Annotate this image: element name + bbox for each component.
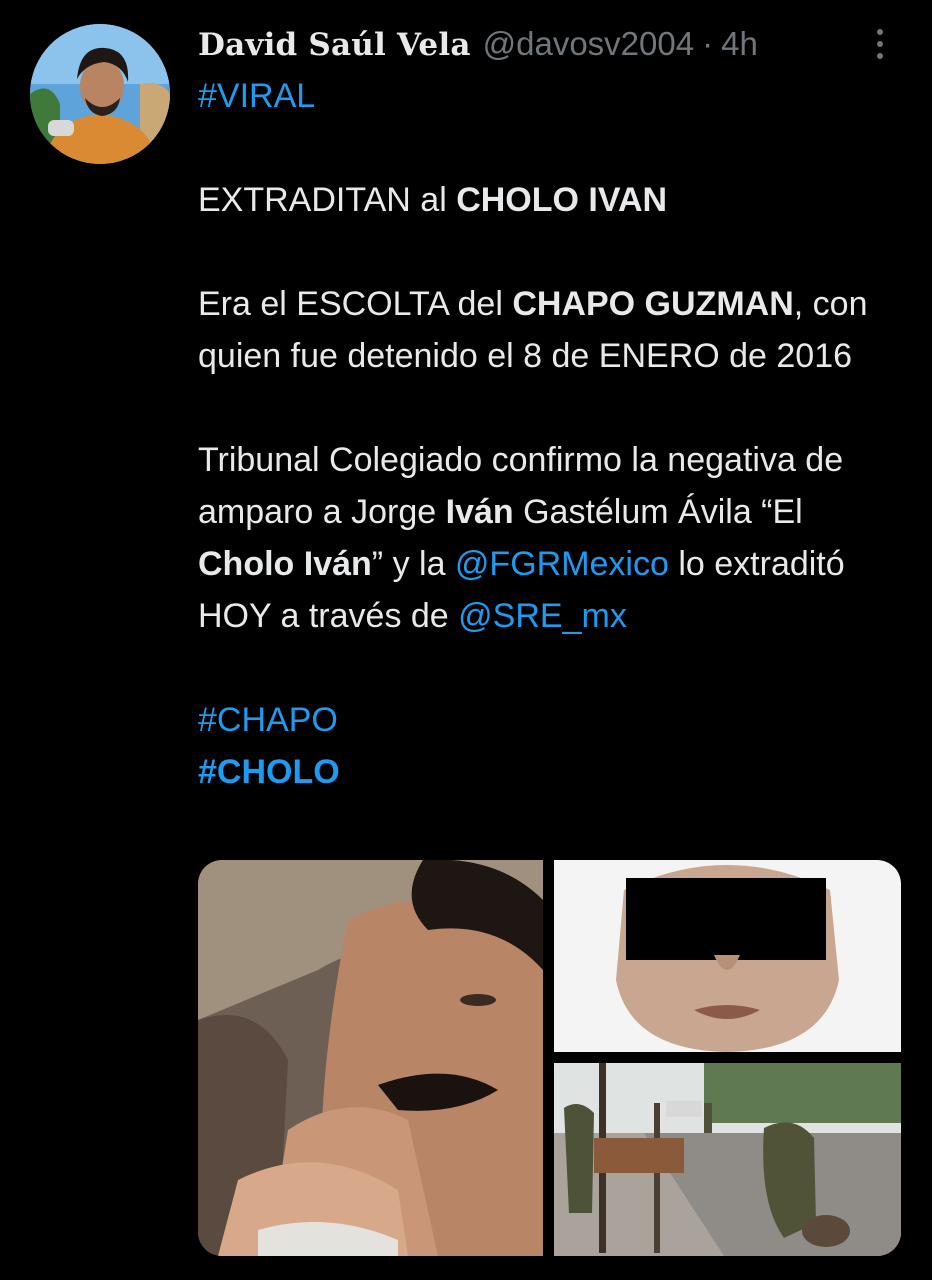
- photo-mugshot-censored: [554, 860, 901, 1052]
- headline-text: EXTRADITAN al: [198, 181, 457, 219]
- avatar-image: [30, 24, 170, 164]
- censor-bar: [626, 878, 826, 960]
- media-photo-1[interactable]: [198, 860, 543, 1256]
- hashtag-chapo-line: #CHAPO: [198, 694, 908, 746]
- escort-paragraph: Era el ESCOLTA del CHAPO GUZMAN, con qui…: [198, 278, 908, 382]
- tweet-text: #VIRAL EXTRADITAN al CHOLO IVAN Era el E…: [198, 70, 908, 798]
- hashtag-cholo[interactable]: #CHOLO: [198, 753, 340, 791]
- more-vertical-icon: [877, 29, 883, 35]
- mention-sre-mx[interactable]: @SRE_mx: [458, 597, 627, 635]
- tweet-timestamp[interactable]: 4h: [721, 22, 758, 66]
- tribunal-paragraph: Tribunal Colegiado confirmo la negativa …: [198, 434, 908, 642]
- photo-soldiers-street: [554, 1063, 901, 1256]
- header-separator: ·: [702, 25, 714, 62]
- more-options-button[interactable]: [868, 22, 892, 66]
- headline-paragraph: EXTRADITAN al CHOLO IVAN: [198, 174, 908, 226]
- hashtag-cholo-line: #CHOLO: [198, 746, 908, 798]
- mention-fgrmexico[interactable]: @FGRMexico: [455, 545, 669, 583]
- tweet[interactable]: David Saúl Vela @davosv2004 · 4h #VIRAL …: [0, 0, 932, 1280]
- tweet-header: David Saúl Vela @davosv2004 · 4h: [198, 22, 758, 66]
- author-display-name[interactable]: David Saúl Vela: [198, 23, 471, 67]
- headline-bold: CHOLO IVAN: [456, 181, 668, 219]
- avatar[interactable]: [30, 24, 170, 164]
- photo-man-in-car: [198, 860, 543, 1256]
- hashtag-viral[interactable]: #VIRAL: [198, 77, 315, 115]
- escort-bold: CHAPO GUZMAN: [512, 285, 794, 323]
- escort-text-a: Era el ESCOLTA del: [198, 285, 513, 323]
- hashtag-chapo[interactable]: #CHAPO: [198, 701, 338, 739]
- media-grid: [198, 860, 901, 1256]
- hashtag-viral-line: #VIRAL: [198, 70, 908, 122]
- more-vertical-icon-dot: [877, 41, 883, 47]
- author-handle[interactable]: @davosv2004: [483, 22, 694, 66]
- tribunal-bold-ivan: Iván: [445, 493, 514, 531]
- tribunal-bold-cholo: Cholo Iván: [198, 545, 372, 583]
- more-vertical-icon-dot: [877, 53, 883, 59]
- tribunal-text-c: Gastélum Ávila “El: [513, 493, 803, 531]
- tribunal-text-e: ” y la: [371, 545, 455, 583]
- media-photo-3[interactable]: [554, 1063, 901, 1256]
- media-photo-2[interactable]: [554, 860, 901, 1052]
